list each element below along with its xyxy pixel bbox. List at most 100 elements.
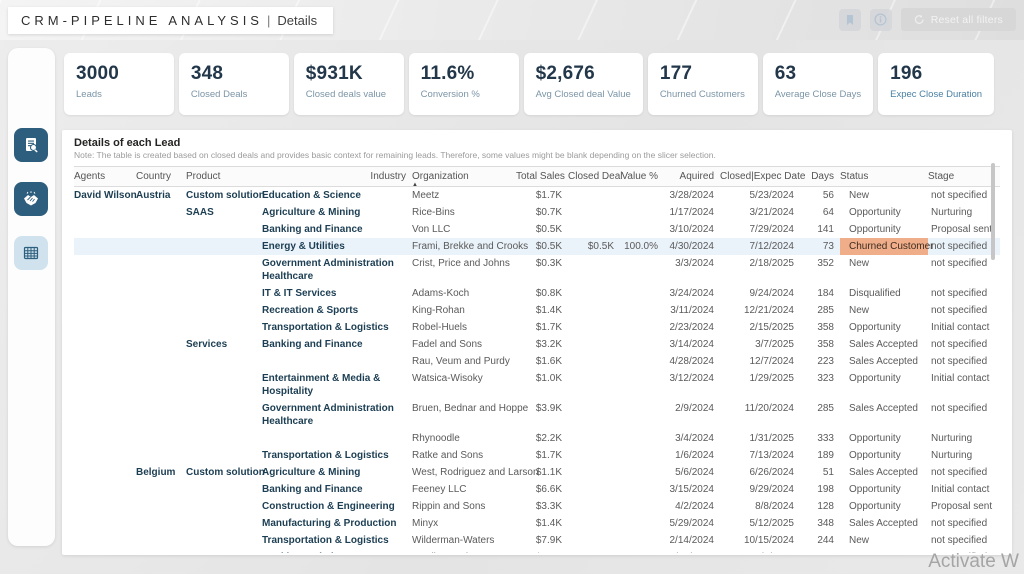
column-header-stage[interactable]: Stage	[928, 167, 992, 186]
column-header-organization[interactable]: Organization▲	[412, 167, 516, 186]
sidebar-item-deals[interactable]	[14, 182, 48, 216]
column-header-product[interactable]: Product	[186, 167, 262, 186]
table-cell	[620, 464, 664, 468]
sidebar-item-lead-report[interactable]	[14, 128, 48, 162]
table-cell: 198	[800, 481, 840, 498]
table-cell: 323	[800, 370, 840, 387]
table-cell: Sales Accepted	[840, 400, 928, 417]
table-cell	[74, 370, 136, 374]
table-cell	[568, 464, 620, 468]
table-row[interactable]: Rhynoodle$2.2K3/4/20241/31/2025333Opport…	[74, 430, 1000, 447]
table-cell: 7/29/2024	[720, 221, 800, 238]
table-cell	[136, 481, 186, 485]
table-cell: not specified	[928, 187, 992, 204]
table-cell: Recreation & Sports	[262, 302, 412, 319]
table-cell: Robel-Huels	[412, 319, 516, 336]
table-cell	[136, 400, 186, 404]
table-cell: 12/7/2024	[720, 353, 800, 370]
table-row[interactable]: SAASAgriculture & MiningRice-Bins$0.7K1/…	[74, 204, 1000, 221]
column-header-country[interactable]: Country	[136, 167, 186, 186]
table-row[interactable]: SAASBanking and FinanceMueller-Doyle$4.5…	[74, 549, 1000, 553]
table-cell: 139	[800, 549, 840, 553]
table-cell: Minyx	[412, 515, 516, 532]
table-cell: Government Administration Healthcare	[262, 400, 412, 430]
kpi-card-6: 63Average Close Days	[763, 53, 873, 115]
table-cell: David Wilson	[74, 187, 136, 204]
table-row[interactable]: IT & IT ServicesAdams-Koch$0.8K3/24/2024…	[74, 285, 1000, 302]
info-button[interactable]	[870, 9, 892, 31]
table-cell: 285	[800, 302, 840, 319]
title-separator: |	[267, 13, 270, 28]
table-scrollbar[interactable]	[991, 163, 995, 260]
table-cell: Transportation & Logistics	[262, 447, 412, 464]
table-cell	[74, 498, 136, 502]
table-cell: Banking and Finance	[262, 221, 412, 238]
table-cell: Bruen, Bednar and Hoppe	[412, 400, 516, 417]
table-row[interactable]: Banking and FinanceFeeney LLC$6.6K3/15/2…	[74, 481, 1000, 498]
table-cell: $7.9K	[516, 532, 568, 549]
table-cell: not specified	[928, 532, 992, 549]
table-row[interactable]: Energy & UtilitiesFrami, Brekke and Croo…	[74, 238, 1000, 255]
table-row[interactable]: BelgiumCustom solutionAgriculture & Mini…	[74, 464, 1000, 481]
table-row[interactable]: ServicesBanking and FinanceFadel and Son…	[74, 336, 1000, 353]
table-cell	[568, 549, 620, 553]
crm-dashboard: CRM-PIPELINE ANALYSIS | Details	[0, 0, 1024, 574]
table-cell: Sales Accepted	[840, 336, 928, 353]
table-cell	[186, 370, 262, 374]
sidebar-item-details-table[interactable]	[14, 236, 48, 270]
column-header-aquired[interactable]: Aquired	[664, 167, 720, 186]
table-cell: 9/29/2024	[720, 481, 800, 498]
column-header-agents[interactable]: Agents	[74, 167, 136, 186]
table-cell: not specified	[928, 353, 992, 370]
column-header-status[interactable]: Status	[840, 167, 928, 186]
column-header-total-sales[interactable]: Total Sales	[516, 167, 568, 186]
table-cell: $6.6K	[516, 481, 568, 498]
kpi-value: $931K	[306, 63, 392, 85]
table-row[interactable]: Transportation & LogisticsWilderman-Wate…	[74, 532, 1000, 549]
table-cell	[74, 238, 136, 242]
bookmark-button[interactable]	[839, 9, 861, 31]
table-cell: 3/7/2025	[720, 336, 800, 353]
kpi-card-3: 11.6%Conversion %	[409, 53, 519, 115]
table-cell: Construction & Engineering	[262, 498, 412, 515]
table-cell: not specified	[928, 285, 992, 302]
table-row[interactable]: Construction & EngineeringRippin and Son…	[74, 498, 1000, 515]
table-cell	[186, 255, 262, 259]
table-row[interactable]: Government Administration HealthcareBrue…	[74, 400, 1000, 430]
table-cell	[74, 549, 136, 553]
table-row[interactable]: Rau, Veum and Purdy$1.6K4/28/202412/7/20…	[74, 353, 1000, 370]
table-cell	[568, 353, 620, 357]
table-cell: Initial contact	[928, 319, 992, 336]
bookmark-icon	[844, 14, 856, 26]
table-cell	[568, 447, 620, 451]
column-header-closed-deal[interactable]: Closed Deal	[568, 167, 620, 186]
table-cell: 6/26/2024	[720, 464, 800, 481]
table-row[interactable]: Manufacturing & ProductionMinyx$1.4K5/29…	[74, 515, 1000, 532]
table-row[interactable]: Transportation & LogisticsRobel-Huels$1.…	[74, 319, 1000, 336]
table-cell	[136, 302, 186, 306]
table-row[interactable]: Government Administration HealthcareCris…	[74, 255, 1000, 285]
column-header-closed-expec-date[interactable]: Closed|Expec Date	[720, 167, 800, 186]
table-row[interactable]: Recreation & SportsKing-Rohan$1.4K3/11/2…	[74, 302, 1000, 319]
table-cell: not specified	[928, 515, 992, 532]
column-header-days[interactable]: Days	[800, 167, 840, 186]
kpi-label: Avg Closed deal Value	[536, 89, 631, 100]
table-cell: Transportation & Logistics	[262, 319, 412, 336]
table-cell	[568, 204, 620, 208]
table-cell	[568, 370, 620, 374]
table-row[interactable]: Entertainment & Media & HospitalityWatsi…	[74, 370, 1000, 400]
table-row[interactable]: Transportation & LogisticsRatke and Sons…	[74, 447, 1000, 464]
column-header-value-[interactable]: Value %	[620, 167, 664, 186]
table-row[interactable]: David WilsonAustriaCustom solutionEducat…	[74, 187, 1000, 204]
table-cell	[74, 221, 136, 225]
table-cell: 3/14/2024	[664, 336, 720, 353]
table-cell	[568, 187, 620, 191]
table-cell: 3/28/2024	[664, 187, 720, 204]
app-title: CRM-PIPELINE ANALYSIS	[21, 13, 263, 28]
table-row[interactable]: Banking and FinanceVon LLC$0.5K3/10/2024…	[74, 221, 1000, 238]
table-cell: 244	[800, 532, 840, 549]
table-cell	[136, 221, 186, 225]
reset-filters-button[interactable]: Reset all filters	[901, 8, 1016, 31]
table-cell: Feeney LLC	[412, 481, 516, 498]
column-header-industry[interactable]: Industry	[262, 167, 412, 186]
